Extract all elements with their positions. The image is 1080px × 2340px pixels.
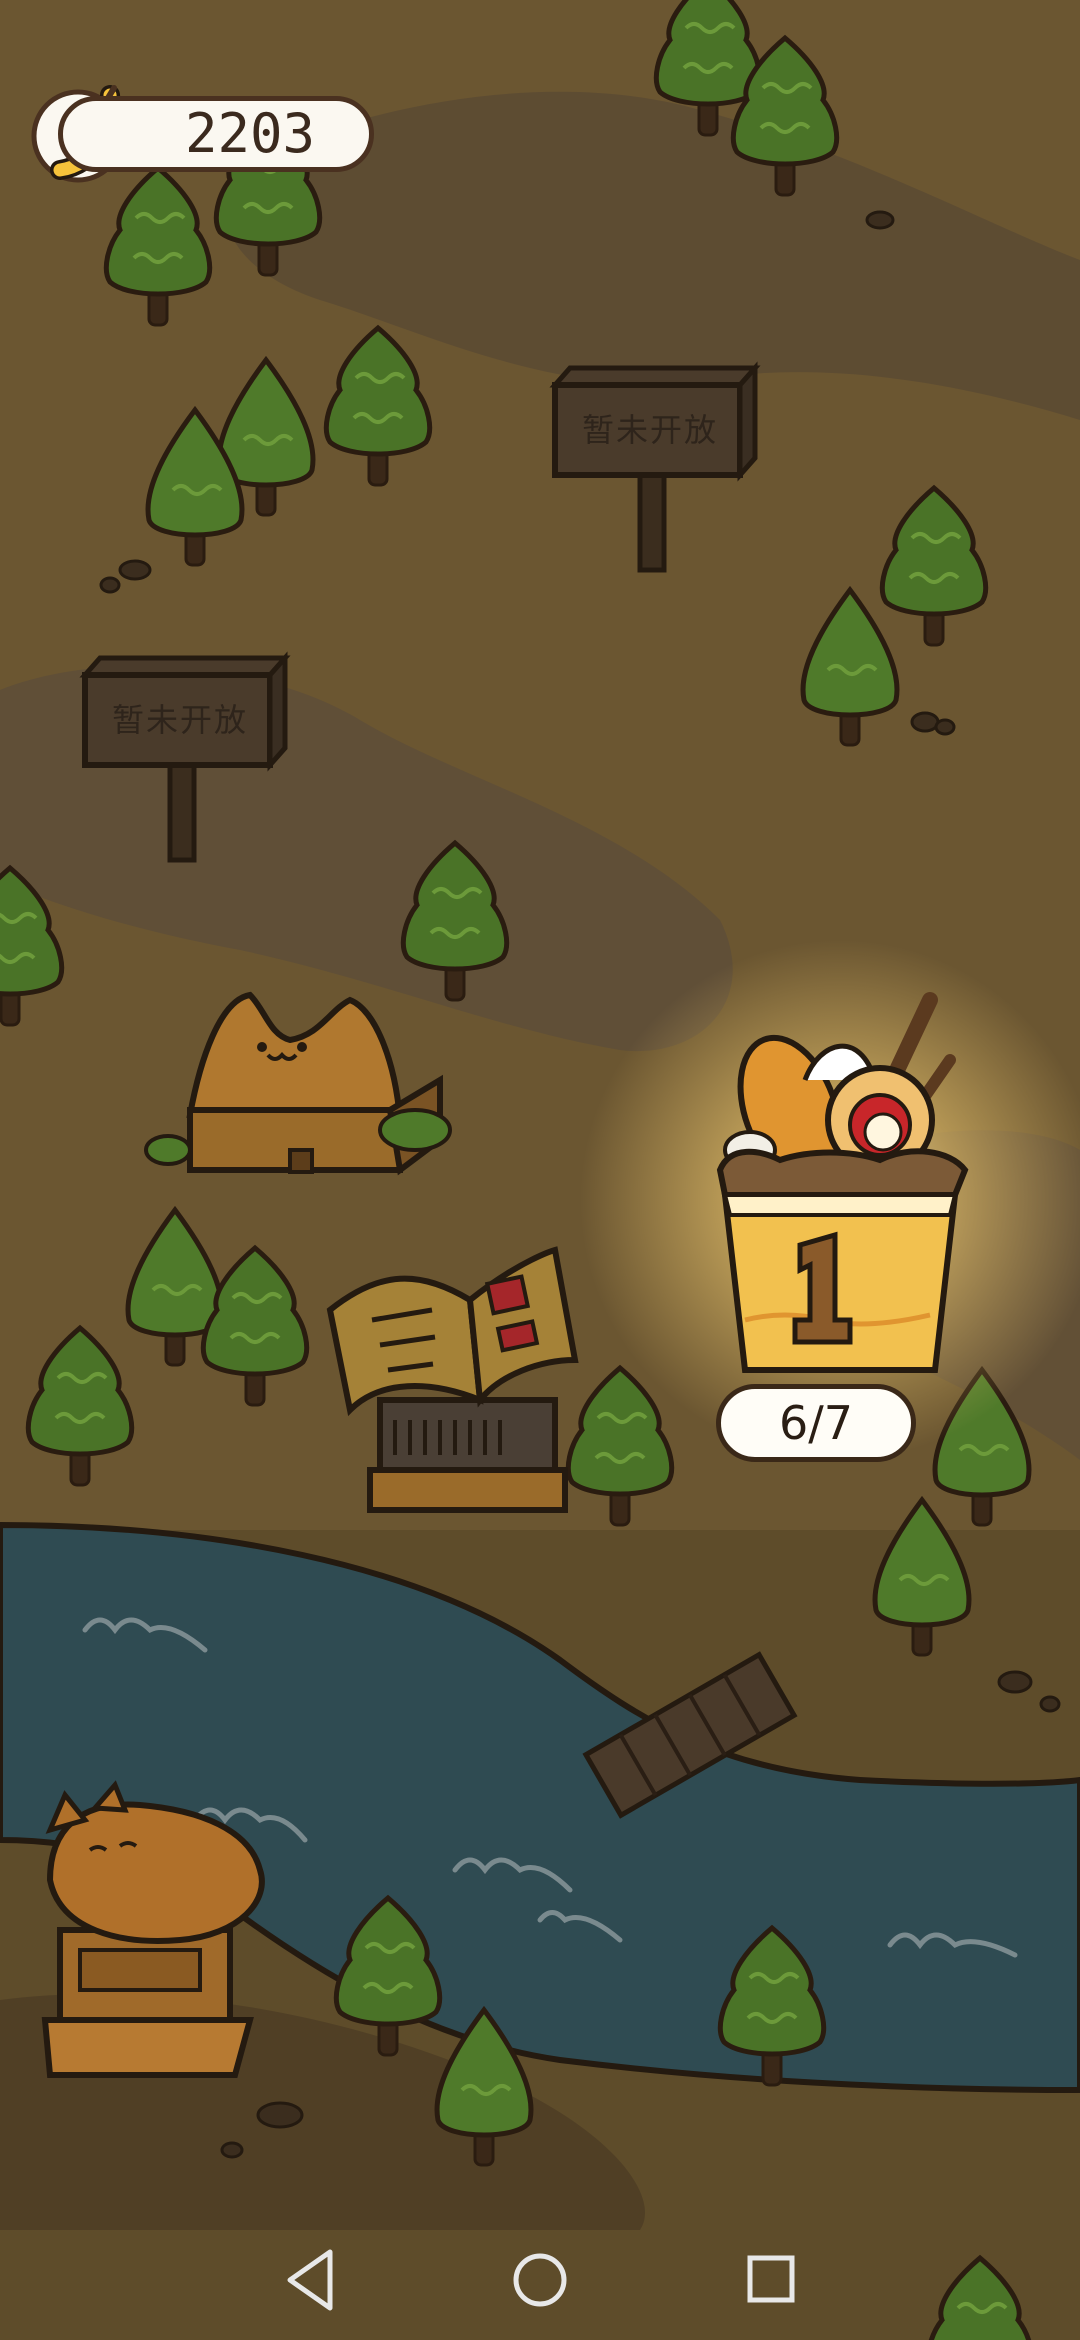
signpost-1: 暂未开放 [560,380,770,500]
signpost-1-label: 暂未开放 [581,411,718,449]
world-map [0,0,1080,2340]
currency-amount: 2203 [184,102,316,165]
level-progress-badge: 6/7 [716,1384,916,1462]
cat-statue [41,1780,265,2078]
currency-counter: 2203 [30,92,380,180]
signpost-2: 暂未开放 [90,670,300,790]
signpost-2-label: 暂未开放 [111,701,248,739]
